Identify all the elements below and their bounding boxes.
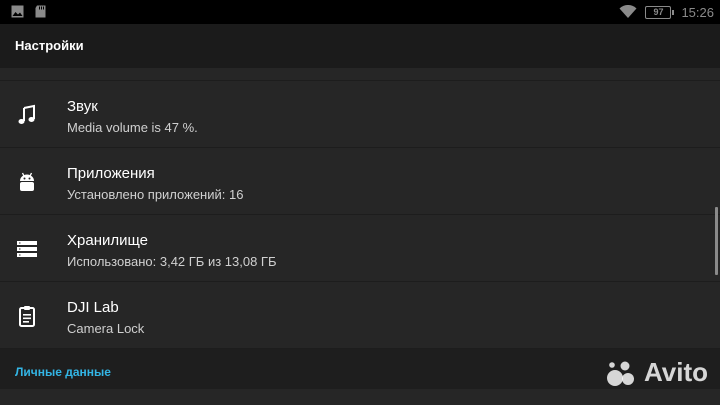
settings-item-summary: Использовано: 3,42 ГБ из 13,08 ГБ: [67, 254, 277, 269]
avito-logo-icon: [606, 361, 634, 386]
settings-item-dji-lab[interactable]: DJI Lab Camera Lock: [0, 282, 720, 349]
settings-list[interactable]: Звук Media volume is 47 %. Приложения Ус…: [0, 68, 720, 389]
settings-item-summary: Media volume is 47 %.: [67, 120, 198, 135]
page-title: Настройки: [15, 38, 84, 53]
settings-item-summary: Camera Lock: [67, 321, 145, 336]
sd-card-icon: [35, 5, 46, 18]
settings-item-storage[interactable]: Хранилище Использовано: 3,42 ГБ из 13,08…: [0, 215, 720, 282]
avito-watermark: Avito: [604, 357, 708, 388]
settings-item-title: Хранилище: [67, 232, 148, 249]
image-icon: [11, 5, 24, 18]
action-bar: Настройки: [0, 24, 720, 68]
clipboard-icon: [19, 306, 35, 327]
wifi-icon: [619, 5, 637, 18]
watermark-text: Avito: [643, 357, 708, 387]
settings-item-title: DJI Lab: [67, 299, 119, 316]
settings-item-apps[interactable]: Приложения Установлено приложений: 16: [0, 148, 720, 215]
settings-item-summary: Установлено приложений: 16: [67, 187, 244, 202]
settings-item-sound[interactable]: Звук Media volume is 47 %.: [0, 81, 720, 148]
status-bar: 97 15:26: [0, 0, 720, 24]
settings-screen: 97 15:26 Настройки Звук Media volume is …: [0, 0, 720, 405]
settings-item-title: Приложения: [67, 165, 155, 182]
list-item-partial[interactable]: [0, 395, 720, 405]
android-icon: [20, 172, 34, 191]
status-time: 15:26: [681, 4, 714, 20]
list-divider: [0, 68, 720, 81]
battery-icon: 97: [645, 5, 675, 19]
settings-item-title: Звук: [67, 98, 98, 115]
music-note-icon: [18, 104, 35, 124]
storage-icon: [17, 241, 37, 257]
scrollbar[interactable]: [715, 207, 718, 275]
battery-level: 97: [653, 6, 664, 17]
category-label: Личные данные: [15, 365, 111, 379]
